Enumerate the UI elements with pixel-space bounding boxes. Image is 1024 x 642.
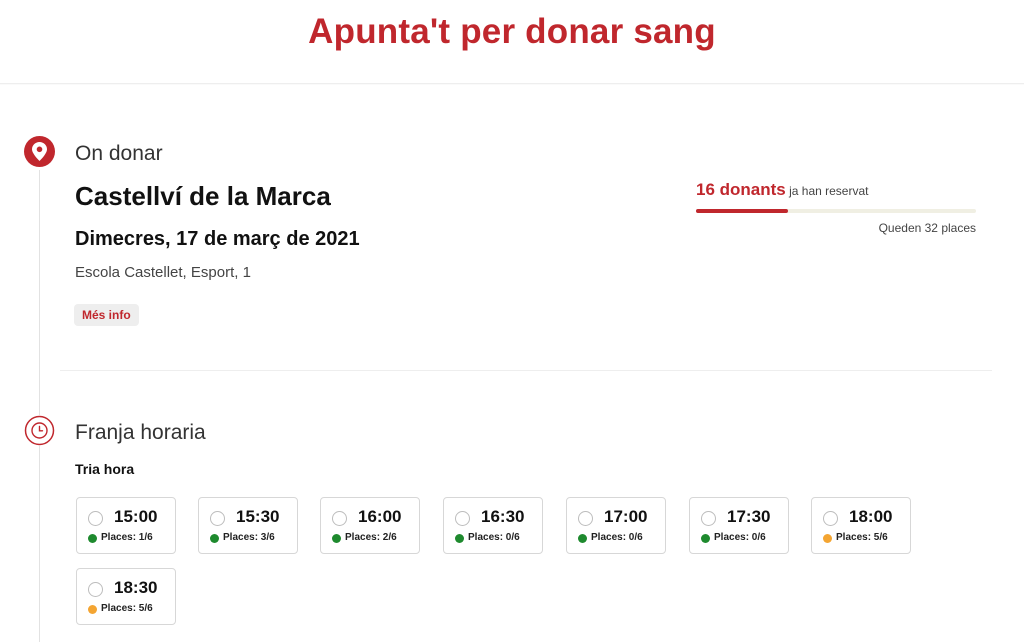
slot-time: 18:00 xyxy=(849,507,893,526)
availability-dot-icon xyxy=(88,605,97,614)
slot-radio[interactable] xyxy=(578,511,593,526)
slot-radio[interactable] xyxy=(88,511,103,526)
slot-places: Places: 5/6 xyxy=(101,603,153,614)
section-title-time: Franja horaria xyxy=(75,421,206,444)
more-info-button[interactable]: Més info xyxy=(74,304,139,326)
slot-radio[interactable] xyxy=(823,511,838,526)
slot-places: Places: 0/6 xyxy=(591,532,643,543)
clock-icon xyxy=(24,415,55,446)
slot-radio[interactable] xyxy=(455,511,470,526)
slot-time: 18:30 xyxy=(114,578,158,597)
donors-count: 16 donants xyxy=(696,180,786,199)
slot-places: Places: 2/6 xyxy=(345,532,397,543)
slot-time: 15:30 xyxy=(236,507,280,526)
slot-places: Places: 5/6 xyxy=(836,532,888,543)
slot-places: Places: 3/6 xyxy=(223,532,275,543)
donors-progress-fill xyxy=(696,209,789,213)
section-title-location: On donar xyxy=(75,142,163,165)
availability-dot-icon xyxy=(88,534,97,543)
availability-dot-icon xyxy=(578,534,587,543)
slot-places: Places: 0/6 xyxy=(468,532,520,543)
slot-places: Places: 0/6 xyxy=(714,532,766,543)
time-slot-1730[interactable]: 17:30 Places: 0/6 xyxy=(689,497,789,554)
slot-time: 16:00 xyxy=(358,507,402,526)
time-slot-1500[interactable]: 15:00 Places: 1/6 xyxy=(76,497,176,554)
donors-progress-bar xyxy=(696,209,976,213)
page-header: Apunta't per donar sang xyxy=(0,0,1024,84)
timeline-line xyxy=(39,170,40,642)
availability-dot-icon xyxy=(332,534,341,543)
slot-radio[interactable] xyxy=(88,582,103,597)
slot-radio[interactable] xyxy=(210,511,225,526)
slot-radio[interactable] xyxy=(701,511,716,526)
donors-summary: 16 donants ja han reservat xyxy=(696,180,868,200)
time-slot-1630[interactable]: 16:30 Places: 0/6 xyxy=(443,497,543,554)
time-slot-1700[interactable]: 17:00 Places: 0/6 xyxy=(566,497,666,554)
slot-time: 16:30 xyxy=(481,507,525,526)
booking-card xyxy=(0,85,1024,642)
address: Escola Castellet, Esport, 1 xyxy=(75,264,251,281)
slot-time: 15:00 xyxy=(114,507,158,526)
map-pin-icon xyxy=(24,136,55,167)
place-name: Castellví de la Marca xyxy=(75,181,331,211)
remaining-places: Queden 32 places xyxy=(878,221,976,235)
availability-dot-icon xyxy=(701,534,710,543)
availability-dot-icon xyxy=(455,534,464,543)
slot-radio[interactable] xyxy=(332,511,347,526)
slot-time: 17:30 xyxy=(727,507,771,526)
slot-time: 17:00 xyxy=(604,507,648,526)
availability-dot-icon xyxy=(210,534,219,543)
section-divider xyxy=(60,370,992,371)
slot-places: Places: 1/6 xyxy=(101,532,153,543)
pick-time-label: Tria hora xyxy=(75,461,135,477)
time-slot-1600[interactable]: 16:00 Places: 2/6 xyxy=(320,497,420,554)
page-title: Apunta't per donar sang xyxy=(308,12,716,51)
availability-dot-icon xyxy=(823,534,832,543)
donation-date: Dimecres, 17 de març de 2021 xyxy=(75,228,360,250)
time-slot-1530[interactable]: 15:30 Places: 3/6 xyxy=(198,497,298,554)
time-slot-1830[interactable]: 18:30 Places: 5/6 xyxy=(76,568,176,625)
time-slot-1800[interactable]: 18:00 Places: 5/6 xyxy=(811,497,911,554)
donors-reserved-text: ja han reservat xyxy=(789,184,869,198)
